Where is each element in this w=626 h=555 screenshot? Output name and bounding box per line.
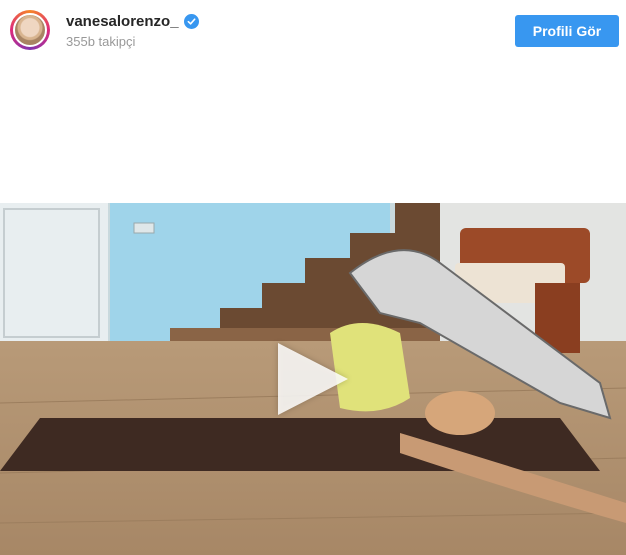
avatar[interactable]: [10, 10, 50, 50]
username-row: vanesalorenzo_: [66, 13, 199, 30]
post-header: vanesalorenzo_ 355b takipçi Profili Gör: [0, 0, 626, 62]
light-switch: [133, 222, 155, 234]
view-profile-button[interactable]: Profili Gör: [515, 15, 619, 47]
check-icon: [187, 18, 196, 25]
avatar-image: [13, 13, 47, 47]
person-head: [425, 391, 495, 435]
play-icon[interactable]: [278, 343, 348, 415]
door: [0, 203, 108, 341]
username-link[interactable]: vanesalorenzo_: [66, 13, 179, 30]
follower-count: 355b takipçi: [66, 34, 136, 49]
verified-check-icon: [183, 14, 199, 29]
yoga-mat: [0, 418, 600, 471]
